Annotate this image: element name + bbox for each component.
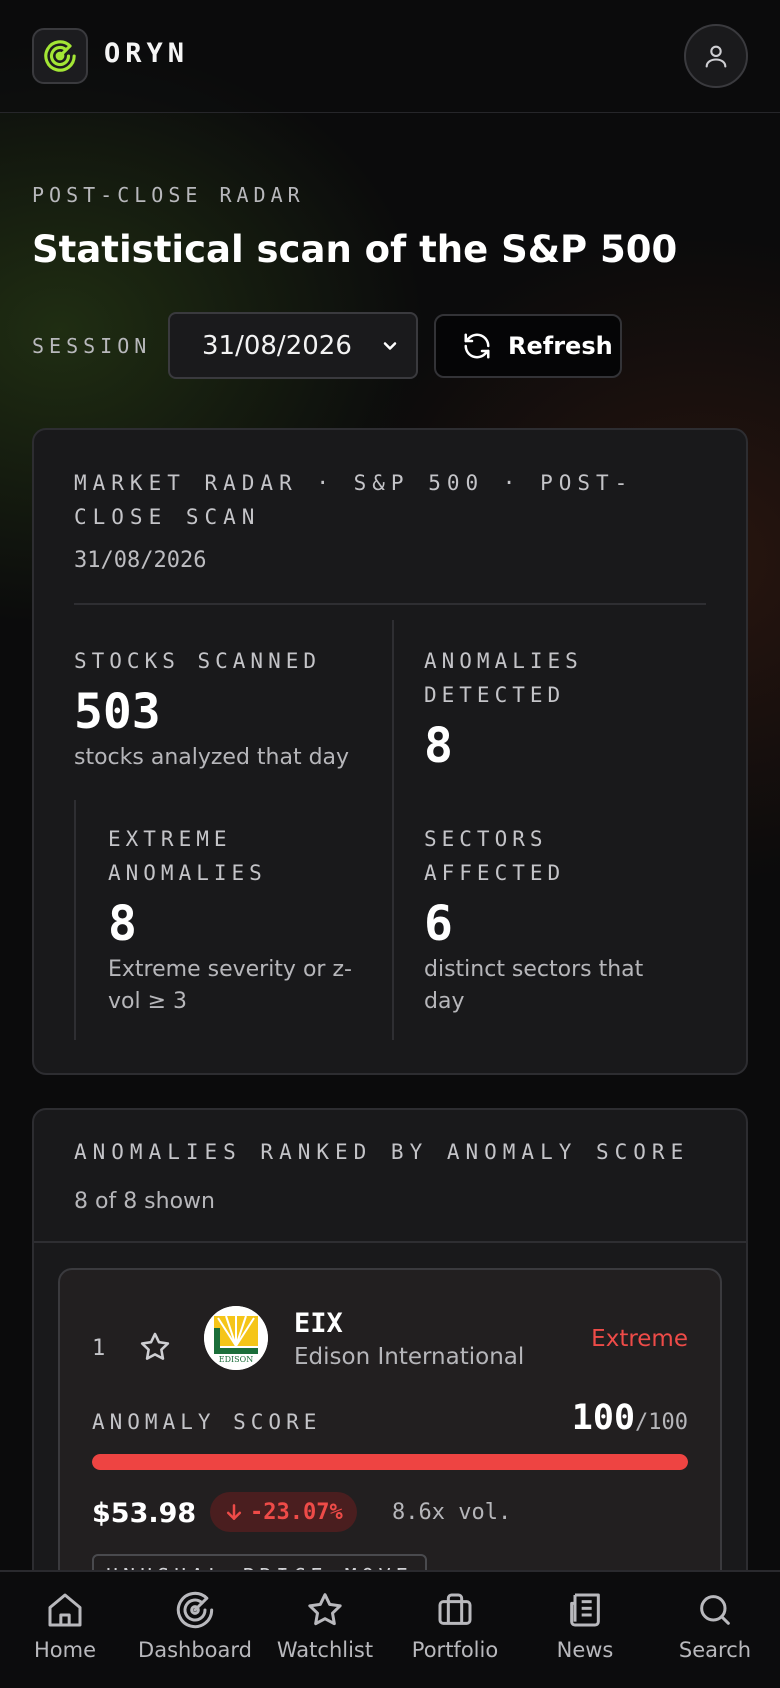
session-date-value: 31/08/2026 [202, 330, 352, 361]
summary-heading: MARKET RADAR · S&P 500 · POST-CLOSE SCAN [74, 471, 634, 529]
stat-desc-extreme-anomalies: Extreme severity or z-vol ≥ 3 [108, 957, 352, 1014]
page-title: Statistical scan of the S&P 500 [32, 228, 678, 271]
stat-desc-sectors-affected: distinct sectors that day [424, 957, 644, 1014]
refresh-icon [464, 333, 490, 359]
ranked-count: 8 of 8 shown [74, 1189, 215, 1214]
anomaly-score-bar [92, 1454, 688, 1470]
company-logo: EDISON [204, 1306, 268, 1370]
volume-multiple: 8.6x vol. [392, 1500, 512, 1525]
nav-item-portfolio[interactable]: Portfolio [390, 1572, 520, 1688]
stat-label-sectors-affected: SECTORS AFFECTED [424, 827, 566, 885]
bottom-navigation: Home Dashboard Watchlist Portfolio News … [0, 1570, 780, 1688]
stat-label-stocks-scanned: STOCKS SCANNED [74, 649, 322, 673]
nav-item-dashboard[interactable]: Dashboard [130, 1572, 260, 1688]
anomaly-score-value: 100/100 [572, 1398, 688, 1438]
home-icon [48, 1593, 82, 1627]
market-radar-summary-card: MARKET RADAR · S&P 500 · POST-CLOSE SCAN… [32, 428, 748, 1075]
app-logo[interactable] [32, 28, 88, 84]
stat-value-anomalies-detected: 8 [424, 718, 453, 774]
stats-column-divider [392, 620, 394, 1040]
price-change-value: -23.07% [250, 1499, 343, 1525]
severity-badge: Extreme [591, 1326, 688, 1352]
stat-value-stocks-scanned: 503 [74, 684, 161, 740]
nav-item-search[interactable]: Search [650, 1572, 780, 1688]
stat-label-extreme-anomalies: EXTREME ANOMALIES [108, 827, 267, 885]
refresh-button[interactable]: Refresh [434, 314, 622, 378]
anomaly-score-fill [92, 1454, 688, 1470]
account-button[interactable] [684, 24, 748, 88]
radar-icon [176, 1591, 214, 1629]
brand-name: ORYN [104, 38, 190, 69]
edison-sunburst-logo-icon: EDISON [204, 1306, 268, 1370]
anomaly-score-max: /100 [635, 1410, 688, 1435]
anomaly-ticker: EIX [294, 1308, 343, 1339]
anomaly-score-number: 100 [571, 1398, 636, 1438]
stat-value-extreme-anomalies: 8 [108, 896, 137, 952]
anomaly-rank: 1 [92, 1336, 106, 1361]
stats-left-accent-divider [74, 800, 76, 1040]
nav-label-search: Search [678, 1638, 752, 1662]
summary-date: 31/08/2026 [74, 548, 207, 573]
ranked-heading: ANOMALIES RANKED BY ANOMALY SCORE [74, 1140, 690, 1164]
user-icon [705, 45, 727, 68]
briefcase-icon [438, 1593, 472, 1625]
stat-label-anomalies-detected: ANOMALIES DETECTED [424, 649, 583, 707]
stock-price: $53.98 [92, 1498, 197, 1529]
nav-item-news[interactable]: News [520, 1572, 650, 1688]
price-change-badge: -23.07% [210, 1492, 357, 1532]
top-header: ORYN [0, 0, 780, 113]
stat-desc-stocks-scanned: stocks analyzed that day [74, 745, 350, 770]
nav-label-portfolio: Portfolio [411, 1638, 499, 1662]
nav-label-dashboard: Dashboard [138, 1638, 252, 1662]
page-eyebrow: POST-CLOSE RADAR [32, 183, 305, 207]
star-icon [308, 1593, 342, 1626]
newspaper-icon [570, 1593, 600, 1627]
nav-item-home[interactable]: Home [0, 1572, 130, 1688]
arrow-down-icon [226, 1504, 242, 1520]
radar-logo-icon [44, 40, 76, 72]
watchlist-star-icon[interactable] [138, 1330, 172, 1364]
nav-label-home: Home [33, 1638, 96, 1662]
summary-divider [74, 603, 706, 605]
company-logo-text: EDISON [219, 1355, 253, 1364]
session-date-select[interactable]: 31/08/2026 [168, 312, 418, 379]
anomaly-score-label: ANOMALY SCORE [92, 1410, 322, 1434]
chevron-down-icon [383, 342, 397, 350]
search-icon [700, 1595, 730, 1625]
session-label: SESSION [32, 334, 152, 358]
nav-label-watchlist: Watchlist [276, 1638, 374, 1662]
refresh-label: Refresh [508, 332, 613, 360]
anomaly-company-name: Edison International [294, 1344, 525, 1370]
ranked-divider [34, 1241, 746, 1243]
nav-label-news: News [556, 1638, 614, 1662]
stat-value-sectors-affected: 6 [424, 896, 453, 952]
nav-item-watchlist[interactable]: Watchlist [260, 1572, 390, 1688]
